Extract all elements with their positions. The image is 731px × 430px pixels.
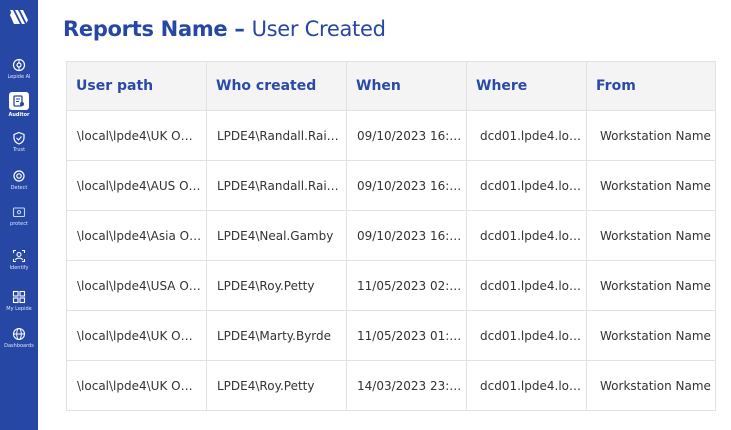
cell-when: 09/10/2023 16:17 bbox=[346, 110, 467, 161]
column-header-where[interactable]: Where bbox=[466, 61, 587, 111]
cell-when: 11/05/2023 01:31 bbox=[346, 310, 467, 361]
sidebar-item-label: protect bbox=[10, 221, 28, 227]
cell-when: 09/10/2023 16:17 bbox=[346, 160, 467, 211]
column-header-who-created[interactable]: Who created bbox=[206, 61, 347, 111]
table-header-row: User path Who created When Where From bbox=[66, 61, 716, 111]
cell-where: dcd01.lpde4.local bbox=[466, 360, 587, 411]
sidebar-item-label: Identify bbox=[9, 265, 29, 271]
cell-user-path: \local\lpde4\Asia Office\Users bbox=[66, 210, 207, 261]
auditor-icon bbox=[13, 95, 24, 107]
table-row[interactable]: \local\lpde4\UK Office\UsersLPDE4\Roy.Pe… bbox=[66, 360, 716, 411]
cell-user-path: \local\lpde4\AUS Office\Users bbox=[66, 160, 207, 211]
protect-icon bbox=[12, 207, 26, 218]
report-type-label: User Created bbox=[251, 17, 386, 41]
cell-user-path: \local\lpde4\UK Office\Users bbox=[66, 310, 207, 361]
cell-who-created: LPDE4\Roy.Petty bbox=[206, 260, 347, 311]
sidebar-item-protect[interactable]: protect bbox=[0, 205, 38, 227]
cell-where: dcd01.lpde4.local bbox=[466, 110, 587, 161]
sidebar-item-label: My Lepide bbox=[6, 306, 32, 312]
cell-user-path: \local\lpde4\UK Office\Users bbox=[66, 110, 207, 161]
ai-icon bbox=[12, 58, 26, 72]
cell-from: Workstation Name bbox=[586, 260, 716, 311]
page-title: Reports Name – User Created bbox=[63, 16, 386, 42]
table-row[interactable]: \local\lpde4\Asia Office\UsersLPDE4\Neal… bbox=[66, 210, 716, 261]
identify-icon bbox=[12, 249, 26, 263]
cell-from: Workstation Name bbox=[586, 310, 716, 361]
sidebar-item-label: Auditor bbox=[8, 112, 30, 118]
cell-who-created: LPDE4\Roy.Petty bbox=[206, 360, 347, 411]
report-name-label: Reports Name – bbox=[63, 17, 252, 41]
sidebar-item-label: Detect bbox=[10, 185, 28, 191]
cell-where: dcd01.lpde4.local bbox=[466, 260, 587, 311]
cell-when: 09/10/2023 16:17 bbox=[346, 210, 467, 261]
cell-from: Workstation Name bbox=[586, 360, 716, 411]
cell-user-path: \local\lpde4\USA Office\Users bbox=[66, 260, 207, 311]
cell-who-created: LPDE4\Randall.Raines bbox=[206, 160, 347, 211]
cell-from: Workstation Name bbox=[586, 160, 716, 211]
sidebar-item-lepide-ai[interactable]: Lepide AI bbox=[0, 58, 38, 80]
table-row[interactable]: \local\lpde4\AUS Office\UsersLPDE4\Randa… bbox=[66, 160, 716, 211]
active-indicator bbox=[9, 92, 29, 110]
sidebar: Lepide AI Auditor Trust Detect protect I… bbox=[0, 0, 38, 430]
sidebar-item-auditor[interactable]: Auditor bbox=[0, 92, 38, 118]
column-header-user-path[interactable]: User path bbox=[66, 61, 207, 111]
trust-shield-icon bbox=[13, 131, 25, 145]
cell-who-created: LPDE4\Marty.Byrde bbox=[206, 310, 347, 361]
detect-icon bbox=[13, 170, 25, 182]
cell-when: 14/03/2023 23:49 bbox=[346, 360, 467, 411]
sidebar-item-label: Trust bbox=[12, 147, 26, 153]
my-lepide-icon bbox=[12, 290, 26, 304]
cell-when: 11/05/2023 02:11 bbox=[346, 260, 467, 311]
column-header-from[interactable]: From bbox=[586, 61, 716, 111]
cell-user-path: \local\lpde4\UK Office\Users bbox=[66, 360, 207, 411]
dashboards-globe-icon bbox=[12, 327, 26, 341]
report-table: User path Who created When Where From \local… bbox=[66, 61, 716, 411]
table-row[interactable]: \local\lpde4\UK Office\UsersLPDE4\Randal… bbox=[66, 110, 716, 161]
sidebar-item-identify[interactable]: Identify bbox=[0, 249, 38, 271]
cell-where: dcd01.lpde4.local bbox=[466, 310, 587, 361]
sidebar-item-my-lepide[interactable]: My Lepide bbox=[0, 290, 38, 312]
lepide-logo-icon[interactable] bbox=[8, 6, 30, 28]
sidebar-item-trust[interactable]: Trust bbox=[0, 131, 38, 153]
cell-from: Workstation Name bbox=[586, 210, 716, 261]
sidebar-item-dashboards[interactable]: Dashboards bbox=[0, 327, 38, 349]
cell-where: dcd01.lpde4.local bbox=[466, 210, 587, 261]
table-body: \local\lpde4\UK Office\UsersLPDE4\Randal… bbox=[66, 110, 716, 411]
sidebar-item-detect[interactable]: Detect bbox=[0, 169, 38, 191]
table-row[interactable]: \local\lpde4\USA Office\UsersLPDE4\Roy.P… bbox=[66, 260, 716, 311]
sidebar-item-label: Lepide AI bbox=[7, 74, 31, 80]
sidebar-item-label: Dashboards bbox=[4, 343, 34, 349]
cell-who-created: LPDE4\Randall.Raines bbox=[206, 110, 347, 161]
cell-where: dcd01.lpde4.local bbox=[466, 160, 587, 211]
column-header-when[interactable]: When bbox=[346, 61, 467, 111]
cell-from: Workstation Name bbox=[586, 110, 716, 161]
cell-who-created: LPDE4\Neal.Gamby bbox=[206, 210, 347, 261]
table-row[interactable]: \local\lpde4\UK Office\UsersLPDE4\Marty.… bbox=[66, 310, 716, 361]
